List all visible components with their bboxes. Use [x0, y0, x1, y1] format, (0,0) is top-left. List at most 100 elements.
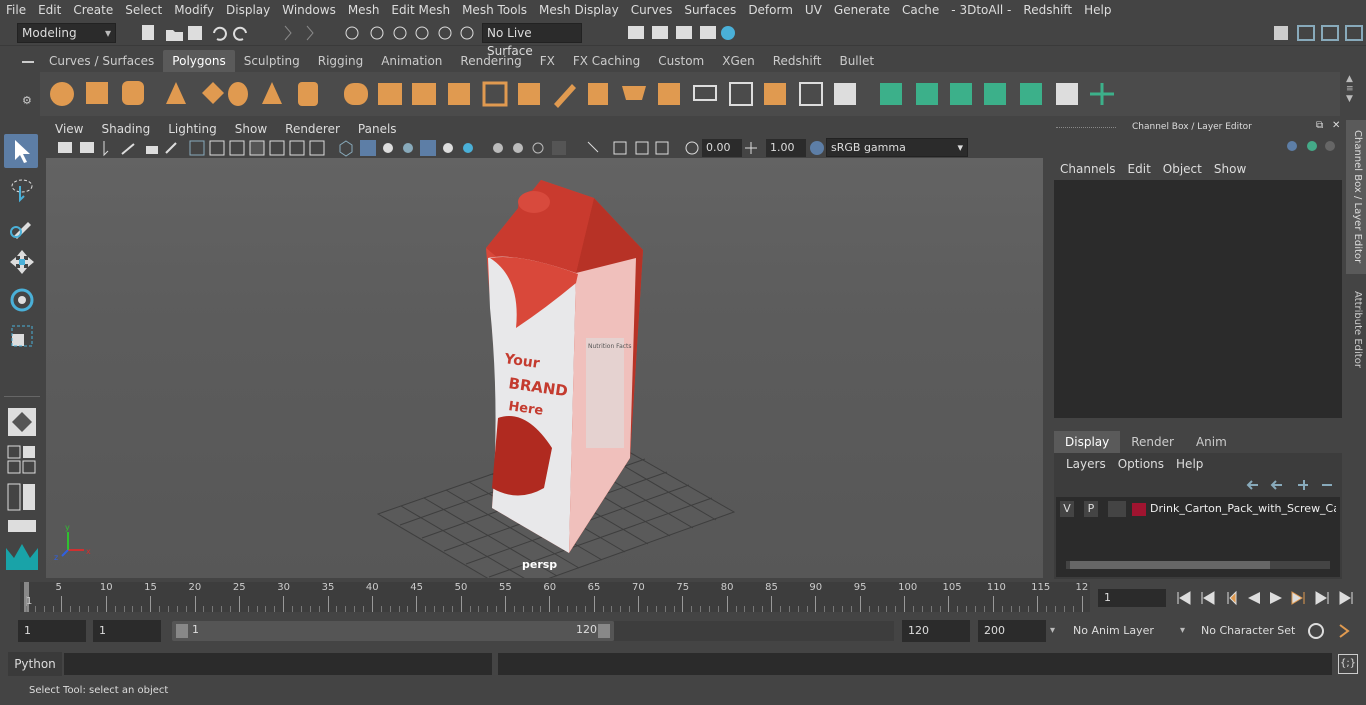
layer-tool-icons[interactable] — [1244, 477, 1340, 493]
menu-uv[interactable]: UV — [799, 0, 828, 20]
menu-display[interactable]: Display — [220, 0, 276, 20]
channel-box-tool-icons[interactable] — [1284, 138, 1340, 154]
two-view-icon[interactable] — [6, 482, 38, 512]
panel-menu-view[interactable]: View — [46, 120, 92, 138]
panel-menu-lighting[interactable]: Lighting — [159, 120, 226, 138]
mode-dropdown[interactable]: Modeling ▾ — [17, 23, 116, 43]
shelf-tab-sculpting[interactable]: Sculpting — [235, 50, 309, 72]
timeline-track[interactable]: 1 5 10 15 20 25 30 35 40 45 50 55 60 65 70 75 80 85 90 95 10… — [20, 582, 1090, 612]
shelf-tab-fx-caching[interactable]: FX Caching — [564, 50, 649, 72]
menu-create[interactable]: Create — [67, 0, 119, 20]
shelf-tab-animation[interactable]: Animation — [372, 50, 451, 72]
chevron-down-icon[interactable]: ▾ — [1050, 620, 1062, 642]
shelf-tab-custom[interactable]: Custom — [649, 50, 713, 72]
panel-grip[interactable] — [1056, 127, 1116, 130]
panel-menu-show[interactable]: Show — [226, 120, 276, 138]
shelf-tab-redshift[interactable]: Redshift — [764, 50, 831, 72]
menu-modify[interactable]: Modify — [168, 0, 220, 20]
panel-menu-renderer[interactable]: Renderer — [276, 120, 349, 138]
menu-surfaces[interactable]: Surfaces — [678, 0, 742, 20]
perspective-viewport[interactable]: Your BRAND Here Nutrition Facts x y z pe… — [46, 158, 1043, 578]
anim-layer-dropdown[interactable]: No Anim Layer — [1068, 620, 1172, 642]
live-surface-field[interactable]: No Live Surface — [482, 23, 582, 58]
layer-name[interactable]: Drink_Carton_Pack_with_Screw_Cap_ — [1150, 501, 1336, 517]
menu-3dtoall[interactable]: - 3DtoAll - — [945, 0, 1017, 20]
menu-help[interactable]: Help — [1170, 455, 1209, 473]
anim-pref-icons[interactable] — [1306, 621, 1362, 641]
menu-options[interactable]: Options — [1112, 455, 1170, 473]
menu-curves[interactable]: Curves — [625, 0, 679, 20]
playback-controls[interactable] — [1172, 588, 1362, 608]
range-slider[interactable]: 1 120 — [172, 621, 614, 641]
shelf-tab-bullet[interactable]: Bullet — [830, 50, 883, 72]
tab-attribute-editor[interactable]: Attribute Editor — [1346, 284, 1366, 374]
menu-windows[interactable]: Windows — [276, 0, 342, 20]
menu-object[interactable]: Object — [1157, 160, 1208, 178]
tab-channel-box[interactable]: Channel Box / Layer Editor — [1346, 120, 1366, 274]
gear-icon[interactable]: ⚙ — [22, 94, 32, 107]
time-slider[interactable]: 1 5 10 15 20 25 30 35 40 45 50 55 60 65 70 75 80 85 90 95 10… — [0, 580, 1366, 616]
script-language-toggle[interactable]: Python — [8, 652, 62, 676]
menu-layers[interactable]: Layers — [1060, 455, 1112, 473]
lasso-tool-icon[interactable] — [8, 176, 36, 204]
playback-end-field[interactable]: 120 — [902, 620, 970, 642]
menu-select[interactable]: Select — [119, 0, 168, 20]
start-time-field[interactable]: 1 — [18, 620, 86, 642]
current-frame-field[interactable]: 1 — [1098, 589, 1166, 607]
scale-tool-icon[interactable] — [8, 322, 36, 350]
menu-file[interactable]: File — [0, 0, 32, 20]
close-icon[interactable]: ✕ — [1332, 120, 1340, 131]
tab-display[interactable]: Display — [1054, 431, 1121, 453]
shelf-menu-icon[interactable] — [18, 58, 38, 68]
float-icon[interactable]: ⧉ — [1316, 120, 1323, 131]
menu-mesh-display[interactable]: Mesh Display — [533, 0, 625, 20]
tab-render[interactable]: Render — [1120, 431, 1185, 453]
menu-help[interactable]: Help — [1078, 0, 1117, 20]
menu-show[interactable]: Show — [1208, 160, 1252, 178]
tab-anim[interactable]: Anim — [1185, 431, 1238, 453]
menu-mesh-tools[interactable]: Mesh Tools — [456, 0, 533, 20]
shelf-tab-curves-surfaces[interactable]: Curves / Surfaces — [40, 50, 163, 72]
layer-playback-toggle[interactable]: P — [1084, 501, 1098, 517]
shelf-tab-polygons[interactable]: Polygons — [163, 50, 235, 72]
shelf-tab-rendering[interactable]: Rendering — [451, 50, 530, 72]
paint-select-icon[interactable] — [8, 212, 36, 240]
rotate-tool-icon[interactable] — [8, 286, 36, 314]
range-end-handle[interactable] — [598, 624, 610, 638]
command-input[interactable] — [64, 653, 492, 675]
chevron-down-icon[interactable]: ▾ — [1180, 620, 1192, 642]
range-slider-track[interactable] — [614, 621, 894, 641]
move-tool-icon[interactable] — [8, 248, 36, 276]
menu-edit[interactable]: Edit — [32, 0, 67, 20]
shelf-tab-fx[interactable]: FX — [531, 50, 564, 72]
menu-deform[interactable]: Deform — [742, 0, 799, 20]
menu-redshift[interactable]: Redshift — [1017, 0, 1078, 20]
menu-mesh[interactable]: Mesh — [342, 0, 386, 20]
panel-menu-panels[interactable]: Panels — [349, 120, 406, 138]
gamma-field[interactable]: 1.00 — [766, 139, 806, 157]
layer-reference-toggle[interactable] — [1108, 501, 1126, 517]
shelf-tab-rigging[interactable]: Rigging — [309, 50, 372, 72]
exposure-field[interactable]: 0.00 — [702, 139, 742, 157]
script-editor-icon[interactable]: {;} — [1338, 654, 1358, 674]
end-time-field[interactable]: 200 — [978, 620, 1046, 642]
colorspace-dropdown[interactable]: sRGB gamma ▾ — [826, 138, 968, 157]
shelf-tab-xgen[interactable]: XGen — [713, 50, 764, 72]
layer-color-swatch[interactable] — [1132, 503, 1146, 516]
shelf-icons[interactable] — [40, 72, 1340, 116]
layer-scrollbar[interactable] — [1066, 561, 1330, 569]
playback-start-field[interactable]: 1 — [93, 620, 161, 642]
outliner-icon[interactable] — [6, 518, 38, 534]
menu-cache[interactable]: Cache — [896, 0, 945, 20]
channel-list[interactable] — [1054, 180, 1342, 418]
shelf-scroll[interactable]: ▲ ≡ ▼ — [1346, 74, 1358, 114]
range-start-handle[interactable] — [176, 624, 188, 638]
menu-generate[interactable]: Generate — [828, 0, 896, 20]
four-view-icon[interactable] — [6, 444, 38, 474]
layer-visibility-toggle[interactable]: V — [1060, 501, 1074, 517]
select-tool-button[interactable] — [4, 134, 38, 168]
menu-edit[interactable]: Edit — [1122, 160, 1157, 178]
menu-edit-mesh[interactable]: Edit Mesh — [385, 0, 456, 20]
panel-menu-shading[interactable]: Shading — [92, 120, 159, 138]
character-set-dropdown[interactable]: No Character Set — [1196, 620, 1300, 642]
